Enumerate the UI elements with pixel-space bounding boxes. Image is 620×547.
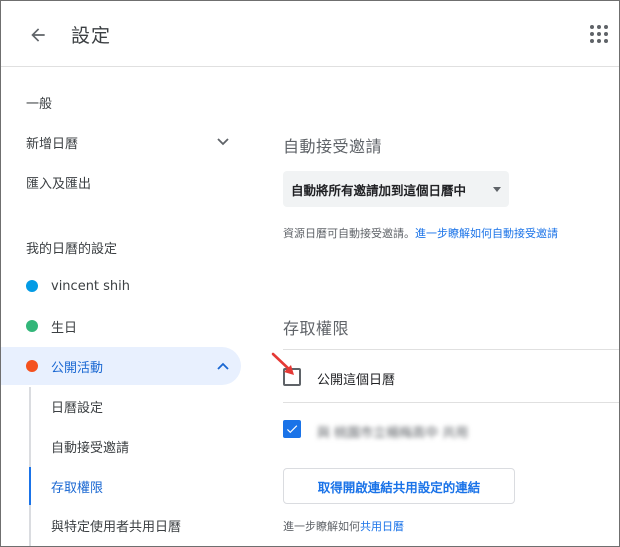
sidebar-calendar-public-events[interactable]: 公開活動 xyxy=(1,347,241,385)
dropdown-value: 自動將所有邀請加到這個日曆中 xyxy=(291,182,467,198)
help-text: 資源日曆可自動接受邀請。 xyxy=(283,227,415,240)
back-button[interactable] xyxy=(23,20,53,50)
share-organization-label: 與 桃園市立楊梅高中 共用 xyxy=(317,426,469,441)
sidebar-item-label: 日曆設定 xyxy=(51,400,104,416)
arrow-left-icon xyxy=(31,28,45,42)
auto-accept-help: 資源日曆可自動接受邀請。進一步瞭解如何自動接受邀請 xyxy=(283,225,558,241)
sidebar-calendar-vincent-shih[interactable]: vincent shih xyxy=(1,267,241,305)
sidebar-item-label: 一般 xyxy=(26,96,53,112)
sidebar-item-label: 自動接受邀請 xyxy=(51,440,130,456)
calendar-color-dot xyxy=(26,280,38,292)
sidebar-item-label: 生日 xyxy=(51,320,78,336)
sidebar-item-label: 與特定使用者共用日曆 xyxy=(51,519,182,535)
annotation-arrow-icon xyxy=(271,352,294,375)
sidebar-sub-auto-accept[interactable]: 自動接受邀請 xyxy=(1,427,241,465)
grid-apps-icon xyxy=(590,25,608,43)
sidebar-item-import-export[interactable]: 匯入及匯出 xyxy=(1,163,241,201)
section-title-access: 存取權限 xyxy=(283,319,350,338)
auto-accept-dropdown[interactable]: 自動將所有邀請加到這個日曆中 xyxy=(283,171,509,207)
sidebar-sub-access-permissions[interactable]: 存取權限 xyxy=(1,467,241,505)
sidebar-item-label: 公開活動 xyxy=(51,360,104,376)
top-app-bar: 設定 xyxy=(1,1,619,67)
sidebar-item-label: 存取權限 xyxy=(51,480,104,496)
google-apps-button[interactable] xyxy=(585,20,613,48)
page-title: 設定 xyxy=(71,25,112,47)
share-calendar-learn-more-link[interactable]: 共用日曆 xyxy=(360,520,404,533)
sidebar-item-label: 新增日曆 xyxy=(26,136,79,152)
get-shareable-link-button[interactable]: 取得開啟連結共用設定的連結 xyxy=(283,468,515,504)
divider xyxy=(283,402,619,403)
auto-accept-learn-more-link[interactable]: 進一步瞭解如何自動接受邀請 xyxy=(415,227,558,240)
sidebar-item-add-calendar[interactable]: 新增日曆 xyxy=(1,123,241,161)
sidebar-item-label: 匯入及匯出 xyxy=(26,176,92,192)
check-icon xyxy=(286,425,298,434)
sidebar-calendar-birthdays[interactable]: 生日 xyxy=(1,307,241,345)
section-title-auto-accept: 自動接受邀請 xyxy=(283,137,383,156)
my-calendars-header: 我的日曆的設定 xyxy=(26,242,118,257)
chevron-up-icon xyxy=(215,358,231,374)
settings-sidebar: 一般 新增日曆 匯入及匯出 我的日曆的設定 vincent shih 生日 公開… xyxy=(1,67,251,546)
calendar-color-dot xyxy=(26,320,38,332)
help-text: 進一步瞭解如何 xyxy=(283,520,360,533)
chevron-down-icon xyxy=(215,134,231,150)
share-organization-checkbox[interactable] xyxy=(283,420,301,438)
sidebar-sub-share-with-people[interactable]: 與特定使用者共用日曆 xyxy=(1,506,241,544)
caret-down-icon xyxy=(493,187,501,192)
calendar-color-dot xyxy=(26,360,38,372)
settings-main: 自動接受邀請 自動將所有邀請加到這個日曆中 資源日曆可自動接受邀請。進一步瞭解如… xyxy=(251,67,619,546)
public-calendar-label: 公開這個日曆 xyxy=(317,373,396,388)
divider xyxy=(283,349,619,350)
share-help: 進一步瞭解如何共用日曆 xyxy=(283,518,404,534)
sidebar-sub-calendar-settings[interactable]: 日曆設定 xyxy=(1,387,241,425)
settings-window: 設定 一般 新增日曆 匯入及匯出 我的日曆的設定 vincent shih 生日… xyxy=(0,0,620,547)
sidebar-item-label: vincent shih xyxy=(51,278,131,294)
sidebar-item-general[interactable]: 一般 xyxy=(1,83,241,121)
